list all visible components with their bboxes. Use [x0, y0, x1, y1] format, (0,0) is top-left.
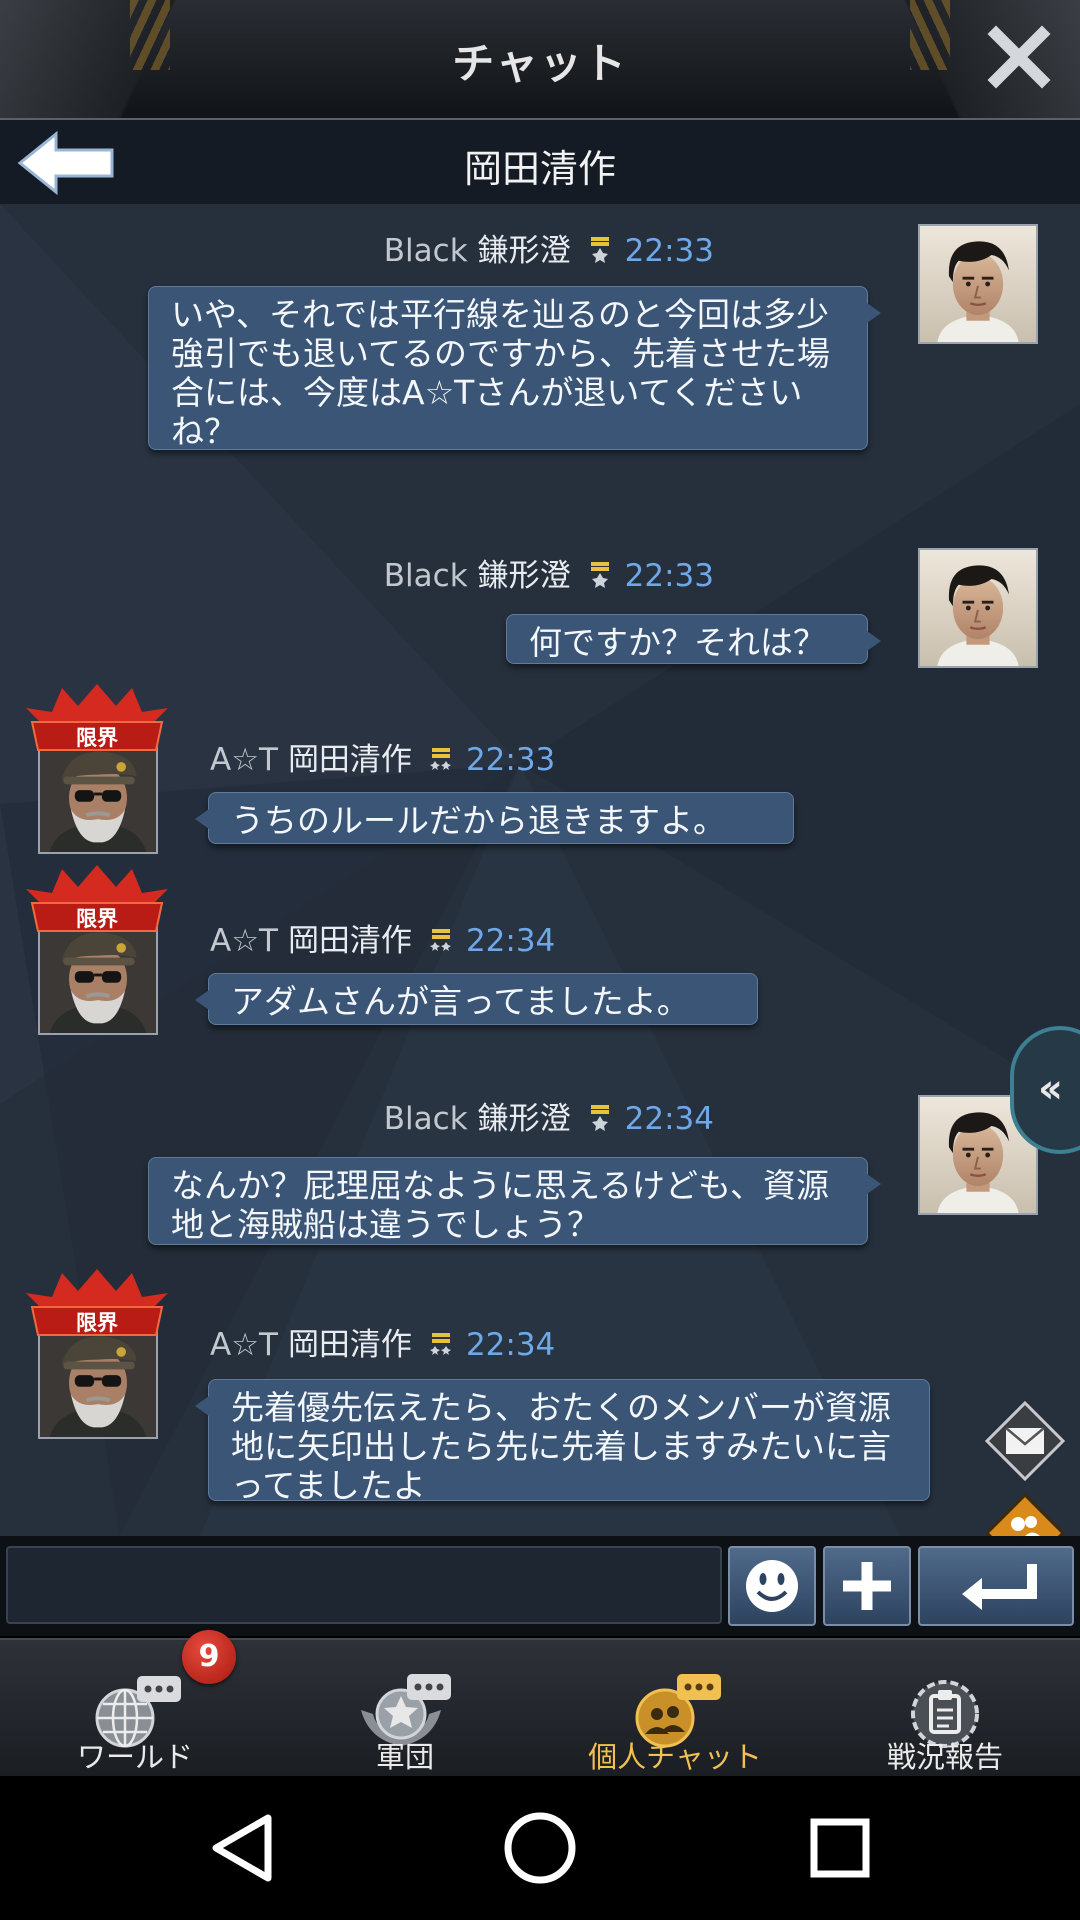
avatar-portrait — [40, 736, 156, 852]
message-time: 22:34 — [624, 1101, 714, 1137]
sender-team: Black — [383, 558, 468, 594]
message-bubble: 何ですか？それは？ — [506, 614, 881, 664]
conversation-name: 岡田清作 — [463, 147, 616, 191]
home-circle-icon[interactable] — [490, 1802, 590, 1894]
sender-team: Black — [383, 1101, 468, 1137]
sender-name: 岡田清作 — [287, 742, 412, 778]
limit-badge-label: 限界 — [76, 907, 118, 931]
close-icon — [987, 25, 1051, 89]
message-meta: A☆T 岡田清作 22:34 — [210, 915, 555, 960]
message-time: 22:33 — [624, 233, 714, 269]
message-time: 22:33 — [465, 742, 556, 778]
attach-plus-button[interactable] — [823, 1546, 911, 1626]
message-time: 22:34 — [465, 923, 556, 959]
recents-square-icon[interactable] — [790, 1802, 890, 1894]
back-triangle-icon[interactable] — [192, 1802, 292, 1894]
add-friend-button[interactable] — [984, 1492, 1066, 1536]
message-meta: Black 鎌形澄 22:34 — [384, 1093, 714, 1138]
title-bar: チャット — [0, 0, 1080, 120]
tab-battle-report[interactable]: 戦況報告 — [810, 1640, 1080, 1778]
sender-name: 鎌形澄 — [477, 233, 571, 269]
rank-insignia-icon — [589, 561, 611, 589]
tab-label: ワールド — [76, 1740, 193, 1774]
add-friend-icon — [984, 1492, 1066, 1536]
limit-rank-badge: 限界 — [26, 865, 168, 932]
message-bubble: うちのルールだから退きますよ。 — [195, 792, 794, 844]
tab-label: 軍団 — [375, 1740, 434, 1774]
sender-name: 鎌形澄 — [477, 1101, 571, 1137]
message-bubble: いや、それでは平行線を辿るのと今回は多少強引でも退いてるのですから、先着させた場… — [148, 286, 881, 451]
avatar[interactable] — [918, 548, 1038, 668]
close-button[interactable] — [984, 22, 1054, 92]
avatar-portrait — [920, 550, 1036, 666]
avatar[interactable] — [918, 224, 1038, 344]
tab-label: 個人チャット — [588, 1740, 762, 1774]
plus-icon — [843, 1562, 891, 1610]
avatar-portrait — [40, 1321, 156, 1437]
message-bubble: アダムさんが言ってましたよ。 — [195, 973, 758, 1025]
chat-message-list[interactable]: Black 鎌形澄 22:33 いや、それでは平行線を辿るのと今回は多少強引でも退い… — [0, 204, 1080, 1536]
bottom-tab-bar: ワールド 軍団 個人チャット 戦況報告 — [0, 1638, 1080, 1778]
system-navigation-bar — [0, 1776, 1080, 1920]
avatar[interactable] — [38, 915, 158, 1035]
message-meta: Black 鎌形澄 22:33 — [384, 225, 714, 270]
message-time: 22:33 — [624, 558, 714, 594]
rank-insignia-icon — [589, 1104, 611, 1132]
tab-private-chat[interactable]: 個人チャット — [540, 1640, 810, 1778]
limit-badge-label: 限界 — [76, 1311, 118, 1335]
limit-rank-badge: 限界 — [26, 1269, 168, 1336]
double-chevron-left-icon: ‹‹ — [1038, 1066, 1063, 1112]
smiley-icon — [746, 1560, 798, 1612]
send-button[interactable] — [918, 1546, 1074, 1626]
sender-name: 岡田清作 — [287, 1327, 412, 1363]
rank-insignia-icon — [430, 745, 452, 773]
message-bubble: なんか？屁理屈なように思えるけども、資源地と海賊船は違うでしょう？ — [148, 1157, 881, 1245]
limit-rank-badge: 限界 — [26, 684, 168, 751]
sender-team: Black — [383, 233, 468, 269]
avatar[interactable] — [38, 734, 158, 854]
window-title: チャット — [452, 39, 628, 88]
avatar-portrait — [920, 226, 1036, 342]
limit-badge-label: 限界 — [76, 726, 118, 750]
sender-team: A☆T — [210, 923, 278, 959]
conversation-header: 岡田清作 — [0, 120, 1080, 204]
mail-button[interactable] — [984, 1400, 1066, 1482]
message-bubble: 先着優先伝えたら、おたくのメンバーが資源地に矢印出したら先に先着しますみたいに言… — [195, 1379, 930, 1505]
rank-insignia-icon — [589, 236, 611, 264]
enter-return-icon — [962, 1564, 1037, 1610]
sender-team: A☆T — [210, 1327, 278, 1363]
sender-name: 鎌形澄 — [477, 558, 571, 594]
message-meta: Black 鎌形澄 22:33 — [384, 550, 714, 595]
side-panel-toggle[interactable]: ‹‹ — [1010, 1026, 1080, 1154]
avatar-portrait — [40, 917, 156, 1033]
message-input-bar — [0, 1536, 1080, 1636]
mail-icon — [984, 1400, 1066, 1482]
world-unread-badge: 9 — [182, 1630, 236, 1684]
avatar[interactable] — [38, 1319, 158, 1439]
tab-label: 戦況報告 — [886, 1740, 1003, 1774]
message-input[interactable] — [6, 1546, 722, 1624]
message-meta: A☆T 岡田清作 22:33 — [210, 734, 555, 779]
rank-insignia-icon — [430, 1330, 452, 1358]
emoji-button[interactable] — [728, 1546, 816, 1626]
message-meta: A☆T 岡田清作 22:34 — [210, 1319, 555, 1364]
message-time: 22:34 — [465, 1327, 556, 1363]
tab-legion[interactable]: 軍団 — [270, 1640, 540, 1778]
sender-team: A☆T — [210, 742, 278, 778]
rank-insignia-icon — [430, 926, 452, 954]
sender-name: 岡田清作 — [287, 923, 412, 959]
